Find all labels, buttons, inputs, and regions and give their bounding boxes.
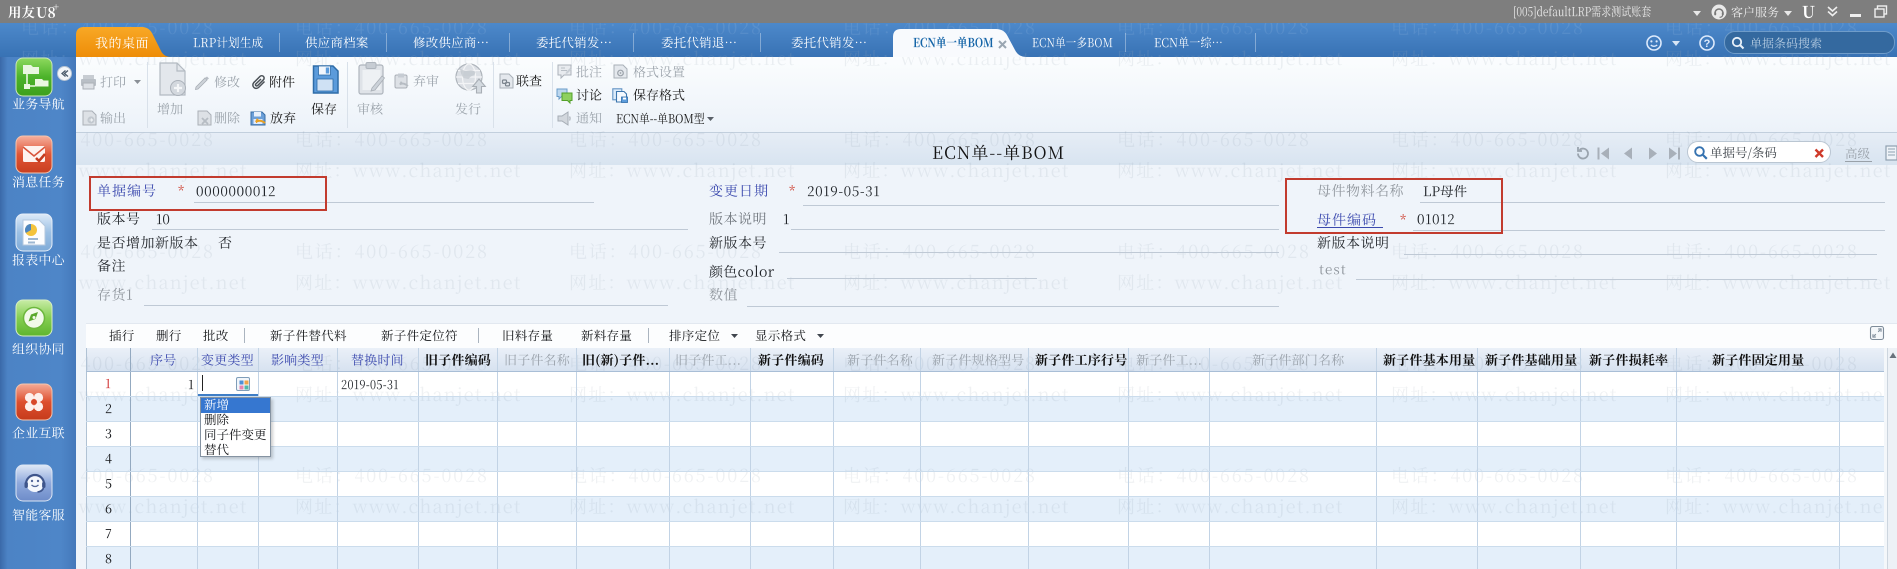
svg-text:?: ? <box>1704 38 1711 50</box>
